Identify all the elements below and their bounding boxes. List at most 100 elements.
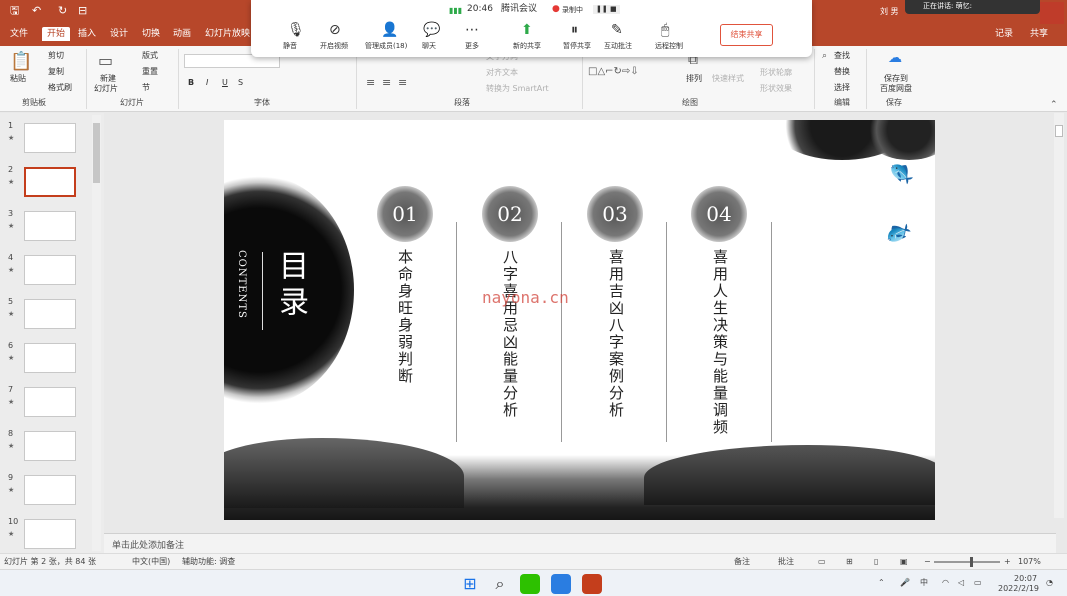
tray-chevron-icon[interactable]: ⌃ — [878, 578, 885, 588]
tab-design[interactable]: 设计 — [110, 28, 128, 40]
copy-button[interactable]: 复制 — [48, 67, 64, 77]
slideshow-view-icon[interactable]: ▣ — [900, 557, 908, 567]
recording-pause-icon[interactable]: ❚❚ ■ — [593, 5, 620, 14]
microphone-icon[interactable]: 🎙 — [287, 22, 305, 38]
tab-slideshow[interactable]: 幻灯片放映 — [205, 28, 250, 40]
shape-outline-button[interactable]: 形状轮廓 — [760, 68, 792, 78]
new-slide-button[interactable]: 新建 — [100, 74, 116, 84]
accessibility-status[interactable]: 辅助功能: 调查 — [182, 557, 235, 567]
align-left-icon[interactable]: ≡ — [366, 77, 375, 89]
zoom-level[interactable]: 107% — [1018, 557, 1041, 567]
slide-thumbnail[interactable] — [24, 343, 76, 373]
tab-animations[interactable]: 动画 — [173, 28, 191, 40]
members-icon[interactable]: 👤 — [381, 22, 398, 38]
arrange-button[interactable]: 排列 — [686, 74, 702, 84]
new-slide-icon[interactable]: ▭ — [98, 52, 113, 70]
shapes-gallery-icon[interactable]: □△⌐↻⇨⇩ — [588, 66, 639, 78]
mute-button[interactable]: 静音 — [283, 42, 297, 51]
shape-effect-button[interactable]: 形状效果 — [760, 84, 792, 94]
annotate-icon[interactable]: ✎ — [611, 22, 623, 38]
pause-share-icon[interactable]: ⏸ — [571, 22, 578, 38]
replace-button[interactable]: 替换 — [834, 67, 850, 77]
slide-thumbnail[interactable] — [24, 519, 76, 549]
wechat-icon[interactable] — [520, 574, 540, 594]
clock-time[interactable]: 20:07 — [1014, 574, 1037, 584]
layout-button[interactable]: 版式 — [142, 51, 158, 61]
new-share-button[interactable]: 新的共享 — [513, 42, 541, 51]
powerpoint-icon[interactable] — [582, 574, 602, 594]
zoom-out-icon[interactable]: − — [924, 557, 931, 567]
notes-pane[interactable]: 单击此处添加备注 — [104, 533, 1056, 553]
save-to-cloud-button[interactable]: 保存到 — [884, 74, 908, 84]
pause-share-button[interactable]: 暂停共享 — [563, 42, 591, 51]
save-icon[interactable]: 🖫 — [10, 5, 19, 17]
find-button[interactable]: 查找 — [834, 51, 850, 61]
reading-view-icon[interactable]: ▯ — [874, 557, 878, 567]
collapse-ribbon-icon[interactable]: ⌃ — [1050, 99, 1058, 111]
reset-button[interactable]: 重置 — [142, 67, 158, 77]
new-share-icon[interactable]: ⬆ — [521, 22, 533, 38]
align-text-button[interactable]: 对齐文本 — [486, 68, 518, 78]
annotate-button[interactable]: 互动批注 — [604, 42, 632, 51]
language-indicator[interactable]: 中文(中国) — [132, 557, 170, 567]
smartart-button[interactable]: 转换为 SmartArt — [486, 84, 549, 94]
thumbnail-scroll-thumb[interactable] — [93, 123, 100, 183]
comments-toggle[interactable]: 批注 — [778, 557, 794, 567]
battery-icon[interactable]: ▭ — [974, 578, 982, 588]
section-button[interactable]: 节 — [142, 83, 150, 93]
photos-icon[interactable] — [551, 574, 571, 594]
slide-thumbnail[interactable] — [24, 475, 76, 505]
remote-control-button[interactable]: 远程控制 — [655, 42, 683, 51]
quick-styles-button[interactable]: 快速样式 — [712, 74, 744, 84]
notes-toggle[interactable]: 备注 — [734, 557, 750, 567]
slide-thumbnail[interactable] — [24, 255, 76, 285]
clock-date[interactable]: 2022/2/19 — [998, 584, 1039, 594]
slide-thumbnail[interactable] — [24, 387, 76, 417]
editor-scrollbar[interactable] — [1054, 113, 1064, 518]
find-icon[interactable]: ⌕ — [822, 50, 827, 62]
save-to-cloud-button-line2[interactable]: 百度网盘 — [880, 84, 912, 94]
tab-file[interactable]: 文件 — [10, 28, 28, 40]
share-button[interactable]: 共享 — [1030, 28, 1048, 40]
italic-button[interactable]: I — [206, 78, 208, 88]
zoom-slider-thumb[interactable] — [970, 557, 974, 567]
slide-canvas[interactable]: 🐟 🐟 CONTENTS 目录 01 本命身旺身弱判断 02 八字喜用忌凶能量分… — [224, 120, 935, 520]
slide-sorter-icon[interactable]: ⊞ — [846, 557, 853, 567]
zoom-in-icon[interactable]: + — [1004, 557, 1011, 567]
align-right-icon[interactable]: ≡ — [398, 77, 407, 89]
start-video-button[interactable]: 开启视频 — [320, 42, 348, 51]
microphone-tray-icon[interactable]: 🎤 — [900, 578, 910, 588]
slide-thumbnail[interactable] — [24, 123, 76, 153]
tab-transitions[interactable]: 切换 — [142, 28, 160, 40]
ime-indicator[interactable]: 中 — [920, 578, 928, 588]
search-icon[interactable]: ⌕ — [490, 574, 510, 594]
notification-icon[interactable]: ◔ — [1046, 578, 1053, 588]
strikethrough-button[interactable]: S — [238, 78, 243, 88]
select-button[interactable]: 选择 — [834, 83, 850, 93]
paste-icon[interactable]: 📋 — [10, 52, 32, 72]
format-painter-button[interactable]: 格式刷 — [48, 83, 72, 93]
slide-thumbnail[interactable] — [24, 431, 76, 461]
paste-button[interactable]: 粘贴 — [10, 74, 26, 84]
new-slide-button-line2[interactable]: 幻灯片 — [94, 84, 118, 94]
underline-button[interactable]: U — [222, 78, 228, 88]
align-center-icon[interactable]: ≡ — [382, 77, 391, 89]
camera-off-icon[interactable]: ⊘ — [329, 22, 341, 38]
wifi-icon[interactable]: ◠ — [942, 578, 949, 588]
slide-thumbnail[interactable] — [24, 299, 76, 329]
baidu-cloud-icon[interactable]: ☁ — [888, 51, 902, 65]
volume-icon[interactable]: ◁ — [958, 578, 964, 588]
more-button[interactable]: 更多 — [465, 42, 479, 51]
thumbnail-scrollbar[interactable] — [92, 115, 101, 551]
tab-home[interactable]: 开始 — [42, 27, 71, 41]
tab-insert[interactable]: 插入 — [78, 28, 96, 40]
editor-scroll-thumb[interactable] — [1055, 125, 1063, 137]
normal-view-icon[interactable]: ▭ — [818, 557, 826, 567]
remote-control-icon[interactable]: 🖱 — [661, 22, 669, 38]
slide-thumbnail[interactable] — [24, 167, 76, 197]
manage-members-button[interactable]: 管理成员(18) — [365, 42, 407, 51]
more-icon[interactable]: ⋯ — [465, 22, 479, 38]
record-button[interactable]: 记录 — [995, 28, 1013, 40]
present-icon[interactable]: ⊟ — [78, 5, 87, 17]
redo-icon[interactable]: ↻ — [58, 5, 67, 17]
